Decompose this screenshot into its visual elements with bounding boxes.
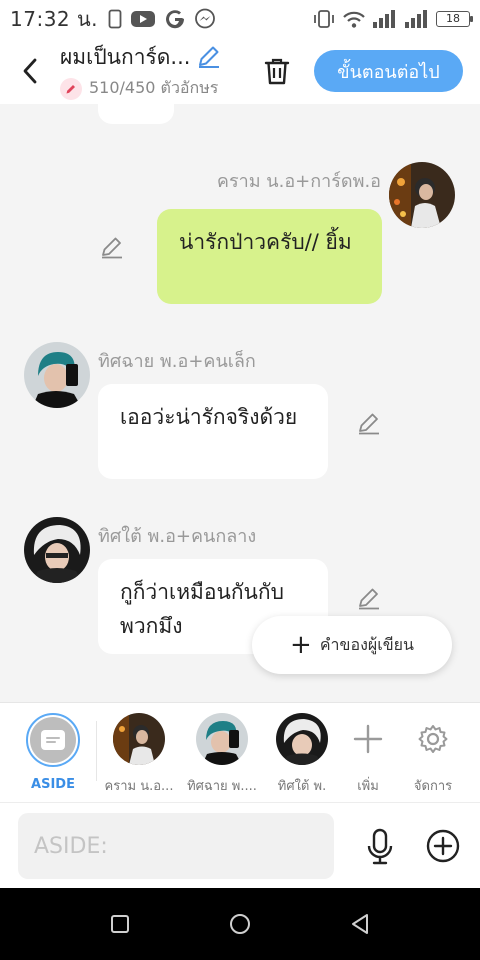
- sender-name: ทิศใต้ พ.อ+คนกลาง: [98, 526, 257, 547]
- divider: [96, 721, 97, 781]
- back-nav-button[interactable]: [344, 908, 376, 940]
- edit-message-icon[interactable]: [99, 234, 125, 260]
- chat-area[interactable]: คราม น.อ+การ์ดพ.อ น่ารักป่าวครับ// ยิ้ม …: [0, 104, 480, 702]
- signal-icon: [372, 9, 398, 29]
- status-time: 17:32 น.: [10, 7, 99, 31]
- character-count: 510/450 ตัวอักษร: [89, 78, 219, 97]
- manage-label: จัดการ: [413, 779, 453, 794]
- status-bar: 17:32 น. 18: [0, 0, 480, 38]
- character-aside[interactable]: ASIDE: [15, 713, 91, 792]
- character-item[interactable]: ทิศฉาย พ....: [184, 713, 260, 796]
- battery-icon: 18: [436, 11, 473, 27]
- circle-icon: [230, 914, 250, 934]
- plus-circle-icon: [426, 829, 460, 863]
- vibrate-icon: [312, 9, 336, 29]
- story-title[interactable]: ผมเป็นการ์ด...: [60, 41, 190, 74]
- pencil-badge-icon: [60, 77, 82, 100]
- square-icon: [111, 915, 129, 933]
- character-avatar: [276, 713, 328, 765]
- google-icon: [164, 8, 186, 30]
- back-button[interactable]: [0, 38, 60, 104]
- message-bubble[interactable]: น่ารักป่าวครับ// ยิ้ม: [157, 209, 382, 304]
- character-label: ASIDE: [31, 777, 75, 792]
- wifi-icon: [342, 9, 366, 29]
- messenger-icon: [194, 8, 216, 30]
- gear-icon: [407, 713, 459, 765]
- avatar[interactable]: [24, 517, 90, 583]
- recents-button[interactable]: [104, 908, 136, 940]
- sender-name: ทิศฉาย พ.อ+คนเล็ก: [98, 351, 256, 372]
- edit-message-icon[interactable]: [356, 410, 382, 436]
- message-text: น่ารักป่าวครับ// ยิ้ม: [179, 230, 352, 254]
- character-selector: ASIDE คราม น.อ... ทิศฉาย พ.... ทิศใต้ พ.…: [0, 702, 480, 802]
- signal-icon: [404, 9, 430, 29]
- author-note-label: คำของผู้เขียน: [319, 634, 414, 654]
- add-media-button[interactable]: [424, 827, 462, 865]
- story-title-block: ผมเป็นการ์ด... 510/450 ตัวอักษร: [60, 41, 245, 101]
- system-navigation-bar: [0, 888, 480, 960]
- aside-avatar: [26, 713, 80, 767]
- header: ผมเป็นการ์ด... 510/450 ตัวอักษร ขั้นตอนต…: [0, 38, 480, 104]
- next-step-button[interactable]: ขั้นตอนต่อไป: [314, 50, 463, 92]
- home-button[interactable]: [224, 908, 256, 940]
- avatar[interactable]: [24, 342, 90, 408]
- edit-title-icon[interactable]: [196, 43, 222, 73]
- avatar[interactable]: [389, 162, 455, 228]
- previous-message-bubble[interactable]: [98, 104, 174, 124]
- character-label: คราม น.อ...: [104, 779, 174, 794]
- message-icon: [41, 730, 65, 750]
- microphone-button[interactable]: [360, 825, 400, 869]
- message-text: เออว่ะน่ารักจริงด้วย: [120, 405, 298, 429]
- sender-name: คราม น.อ+การ์ดพ.อ: [216, 171, 381, 192]
- message-bubble[interactable]: เออว่ะน่ารักจริงด้วย: [98, 384, 328, 479]
- phone-outline-icon: [108, 9, 122, 29]
- plus-icon: [342, 713, 394, 765]
- author-note-button[interactable]: + คำของผู้เขียน: [252, 616, 452, 674]
- trash-icon: [264, 58, 290, 85]
- youtube-icon: [130, 9, 156, 29]
- microphone-icon: [367, 828, 393, 865]
- edit-message-icon[interactable]: [356, 585, 382, 611]
- manage-characters-button[interactable]: จัดการ: [395, 713, 471, 796]
- plus-icon: +: [290, 630, 312, 660]
- character-avatar: [113, 713, 165, 765]
- character-item[interactable]: คราม น.อ...: [101, 713, 177, 796]
- status-notification-icons: [108, 8, 216, 30]
- character-avatar: [196, 713, 248, 765]
- character-label: ทิศใต้ พ.: [277, 779, 327, 794]
- character-item[interactable]: ทิศใต้ พ.: [264, 713, 340, 796]
- composer-bar: [0, 802, 480, 888]
- delete-button[interactable]: [257, 51, 297, 91]
- message-input[interactable]: [18, 813, 334, 879]
- status-system-icons: 18: [312, 9, 473, 29]
- triangle-back-icon: [352, 914, 368, 934]
- character-label: ทิศฉาย พ....: [187, 779, 257, 794]
- chevron-left-icon: [23, 58, 37, 84]
